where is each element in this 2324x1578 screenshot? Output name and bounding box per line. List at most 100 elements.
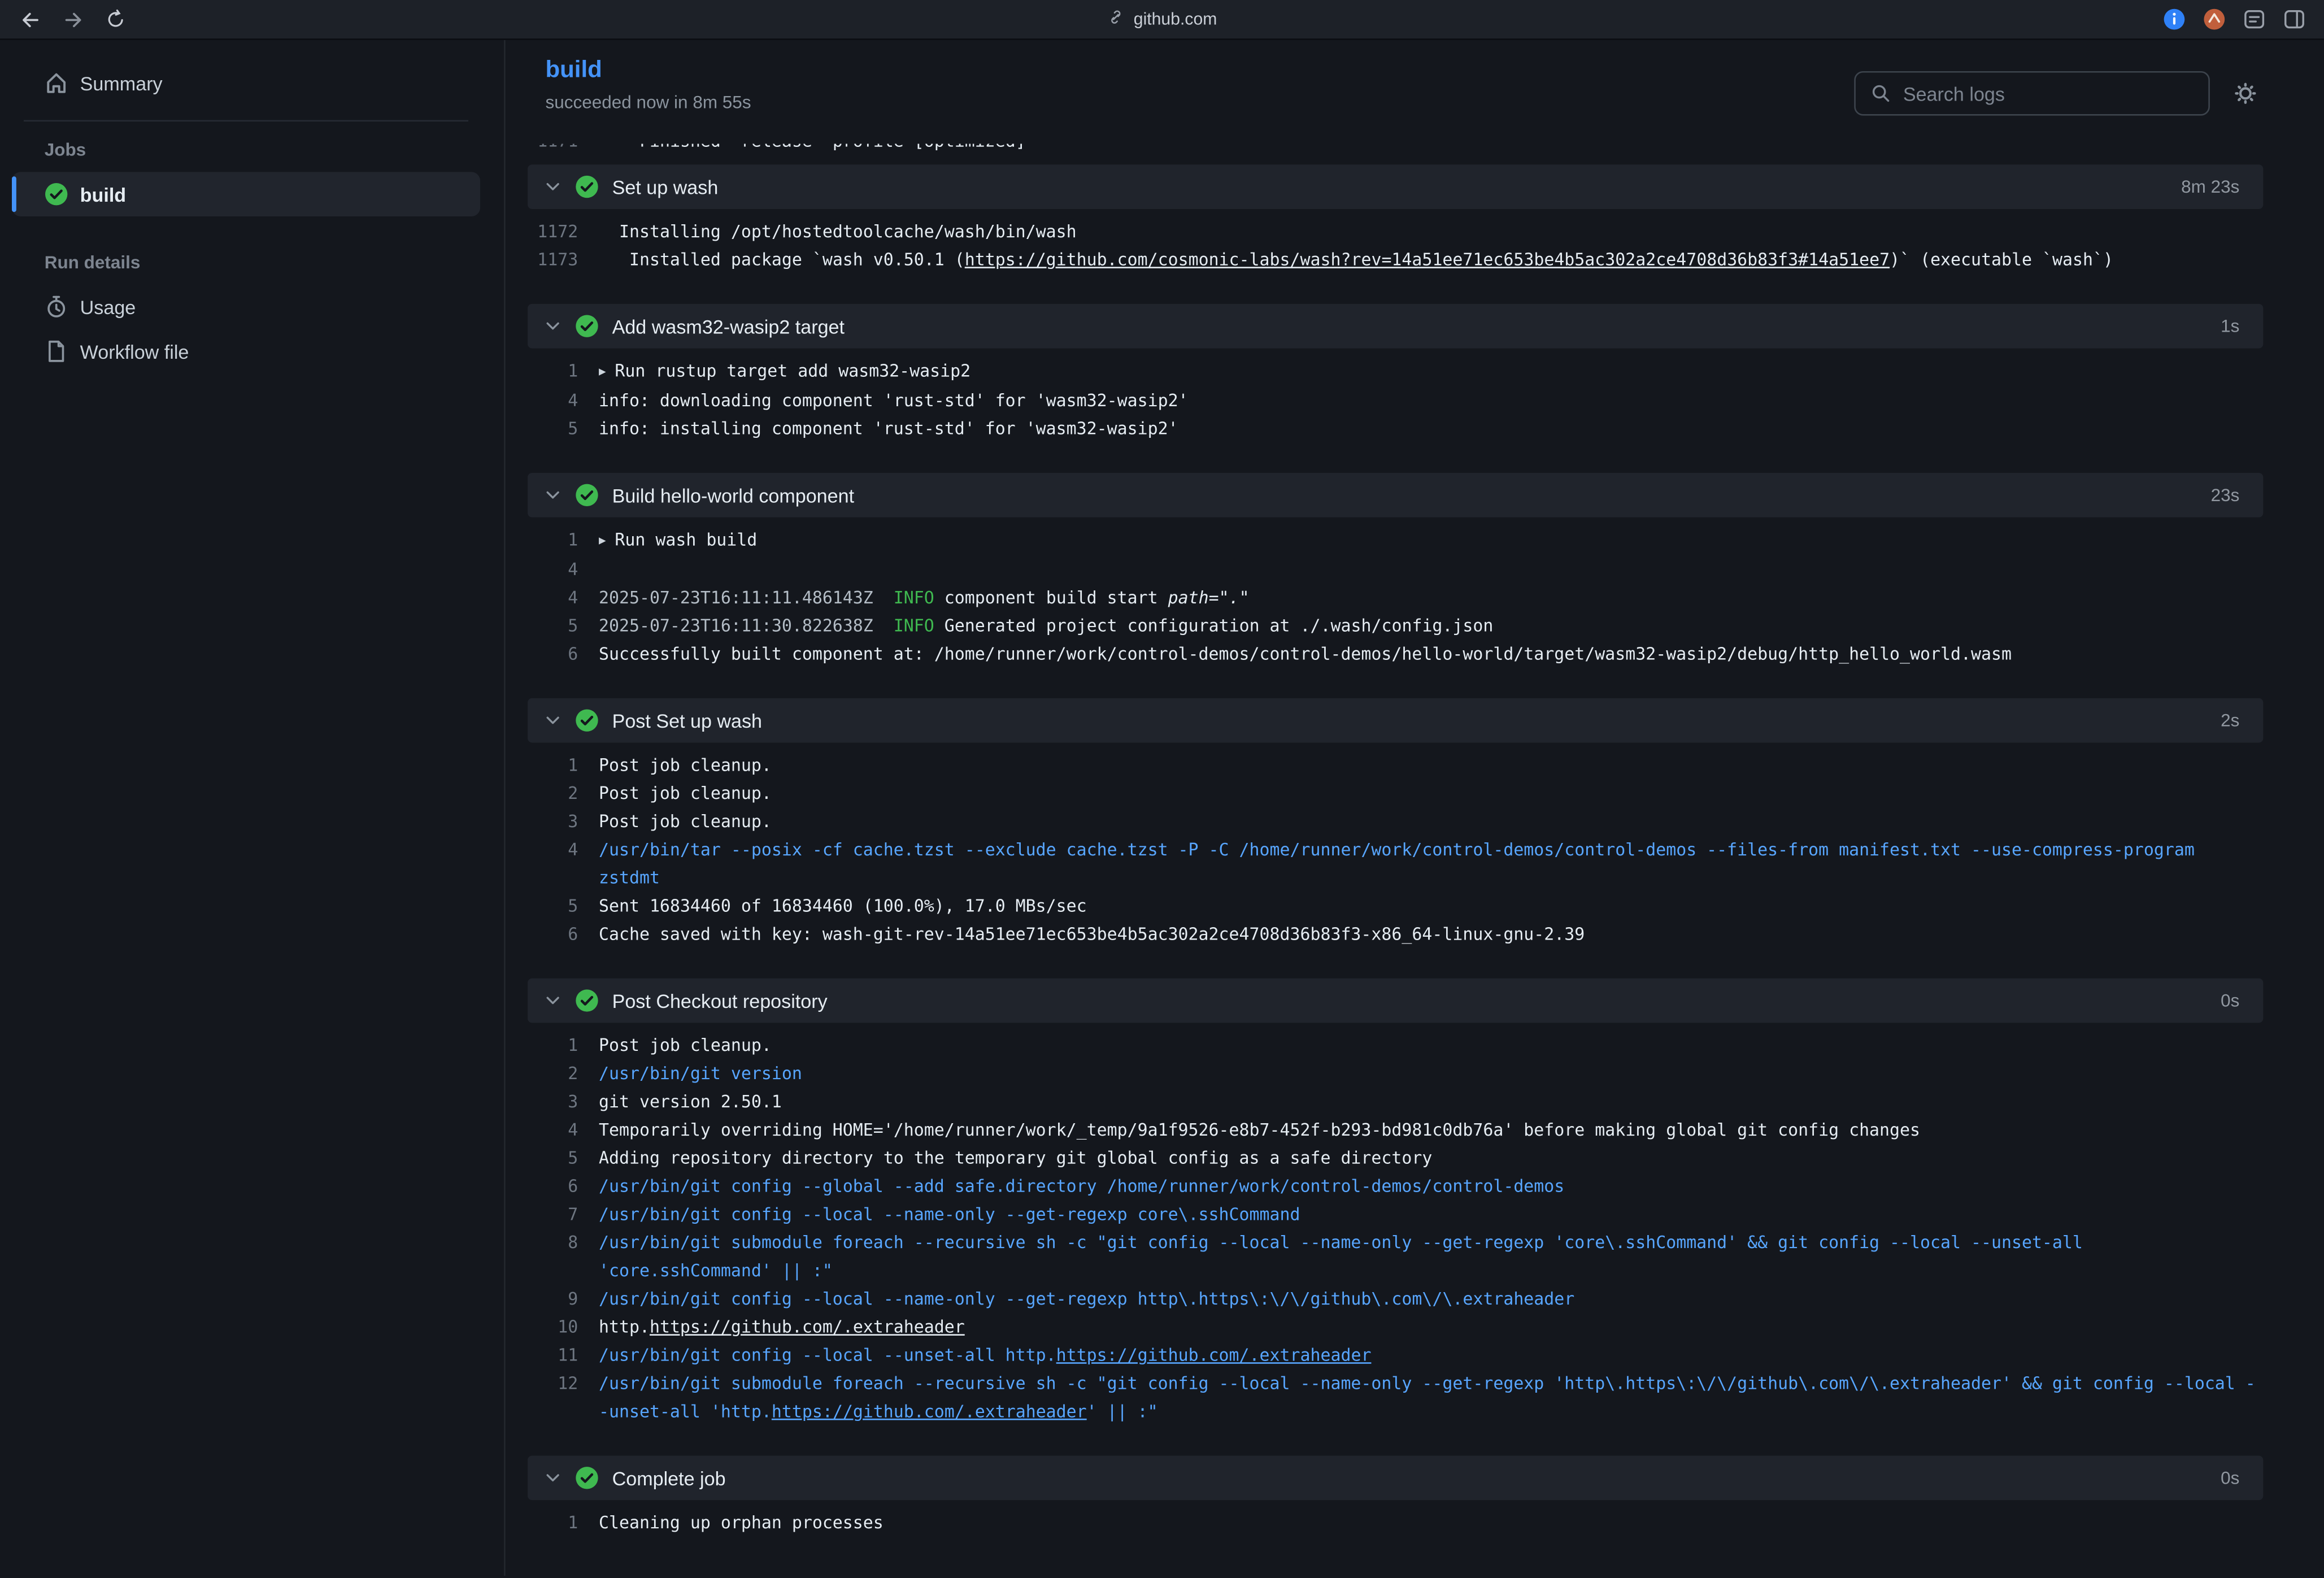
log-line: 1▶Run wash build <box>528 526 2263 555</box>
expand-caret-icon[interactable]: ▶ <box>599 534 606 547</box>
line-number[interactable]: 10 <box>528 1314 599 1342</box>
log-line: 10http.https://github.com/.extraheader <box>528 1314 2263 1342</box>
line-number[interactable]: 4 <box>528 836 599 893</box>
line-text: Post job cleanup. <box>599 1032 2263 1060</box>
sidebar-item-job-build[interactable]: build <box>12 172 480 216</box>
chevron-down-icon[interactable] <box>544 317 562 334</box>
line-number[interactable]: 2 <box>528 780 599 808</box>
log-link[interactable]: https://github.com/.extraheader <box>772 1401 1087 1421</box>
log-line: 3git version 2.50.1 <box>528 1088 2263 1116</box>
line-number[interactable]: 1172 <box>528 218 599 246</box>
line-text: ▶Run wash build <box>599 526 2263 555</box>
line-number[interactable]: 4 <box>528 584 599 612</box>
sidebar-toggle-icon[interactable] <box>2282 7 2306 31</box>
step-log-body: 1172 Installing /opt/hostedtoolcache/was… <box>528 209 2263 304</box>
log-line: 4info: downloading component 'rust-std' … <box>528 387 2263 415</box>
settings-gear-button[interactable] <box>2234 81 2257 105</box>
line-number[interactable]: 2 <box>528 1060 599 1088</box>
step-header[interactable]: Set up wash8m 23s <box>528 164 2263 209</box>
chevron-down-icon[interactable] <box>544 992 562 1009</box>
line-text: /usr/bin/git submodule foreach --recursi… <box>599 1370 2263 1426</box>
line-number[interactable]: 1 <box>528 526 599 555</box>
line-number[interactable]: 5 <box>528 415 599 444</box>
line-text: Cache saved with key: wash-git-rev-14a51… <box>599 920 2263 949</box>
line-number[interactable]: 5 <box>528 612 599 641</box>
line-number[interactable]: 12 <box>528 1370 599 1426</box>
summary-label: Summary <box>80 72 163 94</box>
line-text: Sent 16834460 of 16834460 (100.0%), 17.0… <box>599 892 2263 920</box>
back-button[interactable] <box>18 7 43 32</box>
line-number[interactable]: 11 <box>528 1341 599 1370</box>
step-header[interactable]: Complete job0s <box>528 1455 2263 1500</box>
extension-icon-blue[interactable] <box>2162 7 2186 31</box>
forward-button[interactable] <box>61 7 86 32</box>
log-line: 3Post job cleanup. <box>528 808 2263 836</box>
usage-label: Usage <box>80 295 136 318</box>
log-line: 6/usr/bin/git config --global --add safe… <box>528 1172 2263 1201</box>
browser-toolbar-icons <box>2162 7 2306 31</box>
home-icon <box>45 71 68 95</box>
line-text: info: installing component 'rust-std' fo… <box>599 415 2263 444</box>
step-duration: 23s <box>2211 485 2240 506</box>
line-number[interactable]: 3 <box>528 808 599 836</box>
log-line: 1Post job cleanup. <box>528 1032 2263 1060</box>
search-logs-input[interactable] <box>1903 82 2194 105</box>
line-number[interactable]: 8 <box>528 1229 599 1285</box>
line-number[interactable]: 4 <box>528 387 599 415</box>
sidebar-item-workflow-file[interactable]: Workflow file <box>12 329 480 373</box>
line-number[interactable]: 1 <box>528 751 599 780</box>
step-log-body: 1▶Run wash build442025-07-23T16:11:11.48… <box>528 518 2263 698</box>
job-title-link[interactable]: build <box>546 58 602 84</box>
step-title: Post Checkout repository <box>612 989 828 1011</box>
line-number[interactable]: 5 <box>528 1144 599 1172</box>
extension-icon-orange[interactable] <box>2203 7 2226 31</box>
line-text: ▶Run rustup target add wasm32-wasip2 <box>599 357 2263 386</box>
reader-mode-icon[interactable] <box>2243 7 2266 31</box>
address-bar[interactable]: github.com <box>1107 8 1217 30</box>
line-text: /usr/bin/git config --local --name-only … <box>599 1285 2263 1314</box>
expand-caret-icon[interactable]: ▶ <box>599 364 606 378</box>
line-text: 2025-07-23T16:11:11.486143Z INFO compone… <box>599 584 2263 612</box>
line-text: Temporarily overriding HOME='/home/runne… <box>599 1116 2263 1145</box>
line-number[interactable]: 1173 <box>528 246 599 275</box>
chevron-down-icon[interactable] <box>544 178 562 195</box>
line-number[interactable]: 3 <box>528 1088 599 1116</box>
search-logs-box <box>1854 71 2210 116</box>
workflow-file-label: Workflow file <box>80 340 189 362</box>
sidebar-item-usage[interactable]: Usage <box>12 285 480 329</box>
step-log-body: 1▶Run rustup target add wasm32-wasip24in… <box>528 349 2263 473</box>
line-number[interactable]: 6 <box>528 640 599 668</box>
success-check-icon <box>575 175 599 199</box>
log-line: 1173 Installed package `wash v0.50.1 (ht… <box>528 246 2263 275</box>
run-sidebar: Summary Jobs build Run details Usage <box>0 40 506 1576</box>
step-header[interactable]: Build hello-world component23s <box>528 473 2263 518</box>
chevron-down-icon[interactable] <box>544 711 562 729</box>
line-text: /usr/bin/git config --global --add safe.… <box>599 1172 2263 1201</box>
log-link[interactable]: https://github.com/cosmonic-labs/wash?re… <box>965 249 1890 270</box>
step-header[interactable]: Add wasm32-wasip2 target1s <box>528 304 2263 349</box>
line-number[interactable]: 7 <box>528 1201 599 1229</box>
line-number[interactable]: 1171 <box>528 144 599 155</box>
line-number[interactable]: 6 <box>528 920 599 949</box>
chevron-down-icon[interactable] <box>544 1469 562 1486</box>
log-line: 12/usr/bin/git submodule foreach --recur… <box>528 1370 2263 1426</box>
line-number[interactable]: 4 <box>528 556 599 584</box>
job-build-label: build <box>80 183 126 205</box>
jobs-section-label: Jobs <box>12 140 480 160</box>
line-number[interactable]: 4 <box>528 1116 599 1145</box>
line-number[interactable]: 1 <box>528 1032 599 1060</box>
line-number[interactable]: 1 <box>528 357 599 386</box>
reload-button[interactable] <box>104 7 128 31</box>
log-link[interactable]: https://github.com/.extraheader <box>1056 1345 1372 1366</box>
sidebar-item-summary[interactable]: Summary <box>12 61 480 106</box>
log-link[interactable]: https://github.com/.extraheader <box>650 1316 965 1337</box>
line-number[interactable]: 5 <box>528 892 599 920</box>
line-number[interactable]: 6 <box>528 1172 599 1201</box>
step-header[interactable]: Post Checkout repository0s <box>528 979 2263 1023</box>
line-number[interactable]: 9 <box>528 1285 599 1314</box>
step-header[interactable]: Post Set up wash2s <box>528 698 2263 743</box>
chevron-down-icon[interactable] <box>544 486 562 504</box>
browser-window: github.com Summary <box>0 0 2324 1578</box>
log-section-post-set-up-wash: Post Set up wash2s1Post job cleanup.2Pos… <box>528 698 2263 979</box>
line-number[interactable]: 1 <box>528 1509 599 1537</box>
